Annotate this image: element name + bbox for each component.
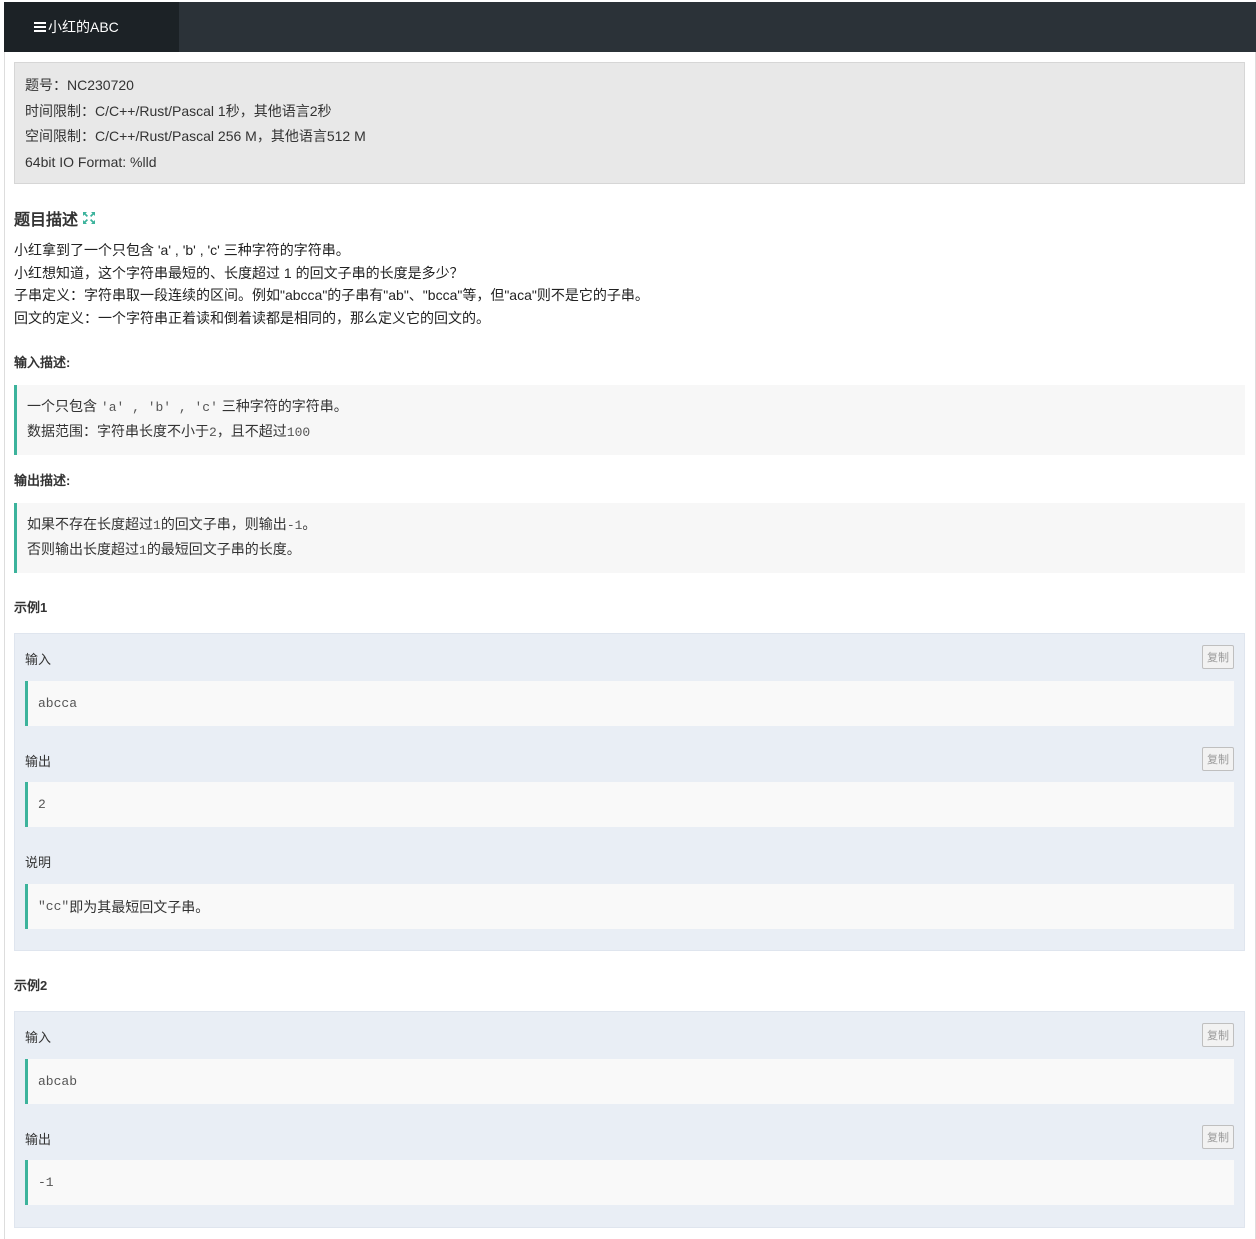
output-desc-title: 输出描述: [14, 473, 71, 488]
output-desc-block: 如果不存在长度超过1的回文子串，则输出-1。 否则输出长度超过1的最短回文子串的… [14, 503, 1245, 573]
example-output-label: 输出 [25, 1132, 52, 1147]
code-one: 1 [153, 518, 161, 533]
example-output-value: 2 [38, 797, 46, 812]
input-desc-line: 一个只包含 'a' , 'b' , 'c' 三种字符的字符串。 [27, 395, 1235, 420]
text: 一个只包含 [27, 398, 101, 414]
text: 数据范围：字符串长度不小于 [27, 423, 209, 439]
example-input-value: abcca [38, 696, 78, 711]
copy-button[interactable]: 复制 [1202, 747, 1234, 771]
example-output-box: -1 [25, 1160, 1234, 1205]
code-max: 100 [286, 425, 311, 440]
description-line: 子串定义：字符串取一段连续的区间。例如"abcca"的子串有"ab"、"bcca… [14, 287, 649, 303]
time-limit: 时间限制：C/C++/Rust/Pascal 1秒，其他语言2秒 [25, 102, 332, 119]
io-format: 64bit IO Format: %lld [25, 153, 157, 170]
output-desc-line: 否则输出长度超过1的最短回文子串的长度。 [27, 538, 1235, 563]
description-heading: 题目描述 [14, 206, 96, 230]
example-1: 输入 复制 abcca 输出 复制 2 说明 "cc" 即为其最短回文子串。 [14, 633, 1245, 951]
text: 否则输出长度超过 [27, 541, 139, 557]
text: 的最短回文子串的长度。 [146, 541, 301, 557]
example-note-label: 说明 [25, 855, 52, 870]
output-desc-line: 如果不存在长度超过1的回文子串，则输出-1。 [27, 513, 1235, 538]
text: 三种字符的字符串。 [217, 398, 348, 414]
text: 如果不存在长度超过 [27, 516, 153, 532]
example-input-label: 输入 [25, 652, 52, 667]
example-2-title: 示例2 [14, 978, 48, 993]
copy-button[interactable]: 复制 [1202, 1125, 1234, 1149]
code-chars: 'a' , 'b' , 'c' [100, 400, 218, 415]
example-output-label: 输出 [25, 754, 52, 769]
description-body: 小红拿到了一个只包含 'a' , 'b' , 'c' 三种字符的字符串。 小红想… [14, 240, 649, 330]
text: 的回文子串，则输出 [160, 516, 287, 532]
example-output-box: 2 [25, 782, 1234, 827]
input-desc-title: 输入描述: [14, 355, 71, 370]
list-icon [34, 22, 46, 32]
description-line: 回文的定义：一个字符串正着读和倒着读都是相同的，那么定义它的回文的。 [14, 309, 490, 326]
description-line: 小红拿到了一个只包含 'a' , 'b' , 'c' 三种字符的字符串。 [14, 242, 350, 258]
top-bar: 小红的ABC [4, 2, 1256, 52]
copy-button[interactable]: 复制 [1202, 1023, 1234, 1047]
copy-button[interactable]: 复制 [1202, 645, 1234, 669]
tab-title: 小红的ABC [48, 19, 119, 35]
example-input-label: 输入 [25, 1030, 52, 1045]
memory-limit: 空间限制：C/C++/Rust/Pascal 256 M，其他语言512 M [25, 128, 366, 144]
example-input-box: abcab [25, 1059, 1234, 1104]
example-2: 输入 复制 abcab 输出 复制 -1 [14, 1011, 1245, 1228]
note-code: "cc" [38, 899, 70, 914]
example-input-value: abcab [38, 1074, 78, 1089]
example-note-box: "cc" 即为其最短回文子串。 [25, 884, 1234, 929]
text: 。 [302, 516, 317, 532]
example-1-title: 示例1 [14, 600, 48, 615]
input-desc-line: 数据范围：字符串长度不小于2，且不超过100 [27, 420, 1235, 445]
problem-id: 题号：NC230720 [25, 77, 134, 93]
description-line: 小红想知道，这个字符串最短的、长度超过 1 的回文子串的长度是多少？ [14, 264, 464, 281]
text: ，且不超过 [216, 423, 287, 439]
code-one: 1 [139, 543, 147, 558]
tab-problem[interactable]: 小红的ABC [4, 2, 179, 52]
code-minus-one: -1 [286, 518, 303, 533]
description-title: 题目描述 [14, 212, 79, 229]
code-min: 2 [209, 425, 217, 440]
problem-info: 题号：NC230720 时间限制：C/C++/Rust/Pascal 1秒，其他… [14, 62, 1245, 184]
example-input-box: abcca [25, 681, 1234, 726]
example-output-value: -1 [38, 1175, 54, 1190]
input-desc-block: 一个只包含 'a' , 'b' , 'c' 三种字符的字符串。 数据范围：字符串… [14, 385, 1245, 455]
note-text: 即为其最短回文子串。 [69, 898, 210, 915]
expand-icon[interactable] [82, 211, 96, 225]
